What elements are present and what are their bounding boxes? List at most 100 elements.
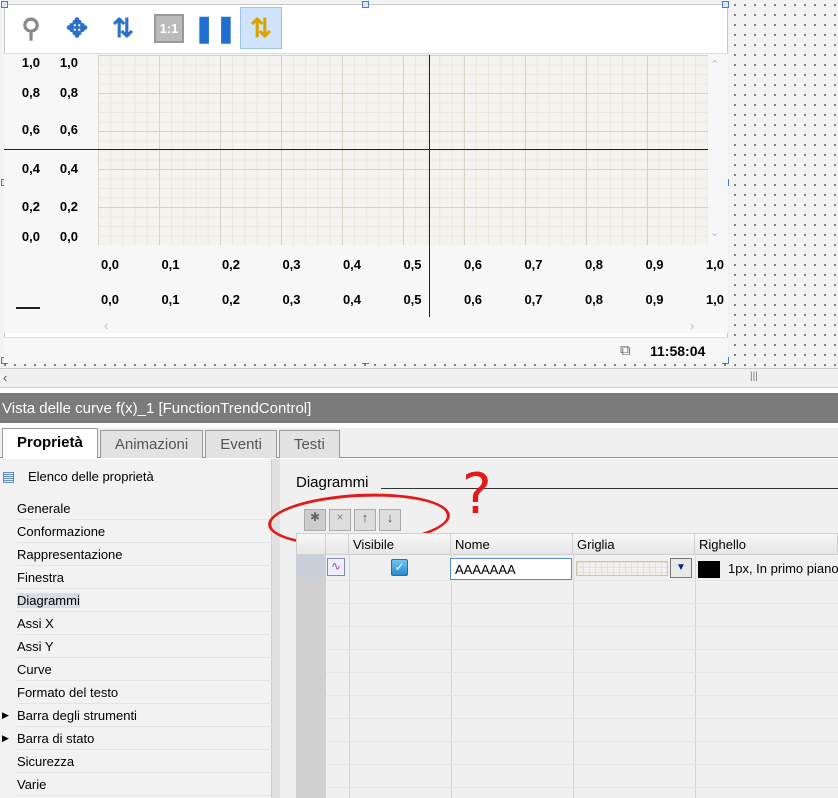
expand-icon[interactable]: ▶ — [2, 710, 9, 721]
ruler-horizontal — [4, 149, 708, 150]
horizontal-scrollbar[interactable]: ‹ ||| — [0, 368, 838, 388]
x-tick-label: 0,9 — [645, 257, 664, 272]
y-tick-label: 0,8 — [21, 85, 40, 100]
ruler-color-swatch[interactable] — [698, 561, 720, 578]
section-title: Diagrammi — [296, 474, 369, 491]
tab-eventi[interactable]: Eventi — [205, 430, 277, 458]
plot-grid[interactable] — [98, 55, 708, 245]
header-visibile[interactable]: Visibile — [348, 533, 451, 555]
x-tick-label: 0,2 — [221, 257, 241, 272]
property-item-label: Varie — [17, 777, 47, 792]
scroll-left-icon[interactable]: ‹ — [3, 370, 7, 385]
property-list-header[interactable]: Elenco delle proprietà — [28, 469, 154, 484]
property-item[interactable]: Sicurezza — [17, 750, 272, 773]
scroll-left-icon[interactable]: ‹ — [104, 318, 108, 333]
legend-line-icon — [16, 307, 40, 309]
y-tick-label: 0,8 — [59, 85, 78, 100]
property-item-label: Generale — [17, 501, 71, 516]
property-item-label: Barra di stato — [17, 731, 95, 746]
grid-line — [326, 741, 838, 742]
x-tick-label: 0,4 — [342, 257, 362, 272]
resize-handle[interactable] — [722, 1, 729, 8]
x-tick-label: 0,9 — [645, 292, 664, 307]
grid-line — [451, 555, 452, 798]
property-item-label: Finestra — [17, 570, 64, 585]
tab-proprieta[interactable]: Proprietà — [2, 428, 98, 458]
ruler-vertical[interactable] — [429, 55, 430, 317]
scroll-down-icon[interactable]: ⌄ — [710, 226, 719, 239]
property-item[interactable]: Rappresentazione — [17, 543, 272, 566]
x-tick-label: 0,2 — [221, 292, 241, 307]
property-item[interactable]: Generale — [17, 497, 272, 520]
ruler-value[interactable]: 1px, In primo piano — [728, 561, 838, 576]
x-tick-label: 1,0 — [705, 257, 725, 272]
property-item[interactable]: Finestra — [17, 566, 272, 589]
grid-line — [326, 672, 838, 673]
status-time: 11:58:04 — [650, 343, 706, 359]
diagram-icon: ∿ — [327, 558, 345, 576]
pause-icon[interactable]: ❚❚ — [193, 7, 237, 49]
original-size-icon[interactable]: 1:1 — [148, 7, 190, 49]
resize-handle[interactable] — [362, 1, 369, 8]
property-item-label: Formato del testo — [17, 685, 119, 700]
name-input[interactable]: AAAAAAA — [450, 558, 572, 580]
x-tick-label: 0,1 — [161, 257, 180, 272]
grid-line — [326, 718, 838, 719]
header-griglia[interactable]: Griglia — [572, 533, 695, 555]
resize-handle[interactable] — [1, 1, 8, 8]
tab-testi[interactable]: Testi — [278, 430, 340, 458]
property-item[interactable]: Curve — [17, 658, 272, 681]
x-tick-label: 0,8 — [584, 257, 604, 272]
status-bar: ⧉ 11:58:04 — [4, 337, 728, 363]
scroll-grip-icon[interactable]: ||| — [750, 371, 758, 382]
splitter[interactable] — [272, 459, 280, 798]
property-item[interactable]: Varie — [17, 773, 272, 796]
y-tick-label: 1,0 — [21, 55, 40, 70]
grid-line — [326, 787, 838, 788]
zoom-area-icon[interactable]: ⚲ — [10, 7, 52, 49]
x-tick-label: 0,8 — [584, 292, 604, 307]
property-item-label: Curve — [17, 662, 52, 677]
header-nome[interactable]: Nome — [450, 533, 573, 555]
zoom-y-axis-icon[interactable]: ⇅ — [102, 7, 144, 49]
annotation-question: ? — [462, 462, 492, 527]
ruler-icon[interactable]: ⇅ — [240, 7, 282, 49]
x-tick-label: 0,7 — [524, 292, 543, 307]
status-icon: ⧉ — [620, 342, 631, 359]
x-tick-label: 0,0 — [100, 257, 120, 272]
section-divider — [381, 488, 838, 489]
x-tick-label: 0,5 — [403, 292, 422, 307]
property-item[interactable]: Conformazione — [17, 520, 272, 543]
row-selector[interactable] — [296, 556, 326, 578]
x-tick-label: 0,4 — [342, 292, 362, 307]
move-icon[interactable]: ✥ — [56, 7, 98, 49]
property-item-label: Sicurezza — [17, 754, 75, 769]
y-tick-label: 0,4 — [59, 161, 78, 176]
property-item[interactable]: Assi Y — [17, 635, 272, 658]
property-list: ▤ Elenco delle proprietà Generale Conform… — [0, 459, 280, 798]
property-item-label: Rappresentazione — [17, 547, 123, 562]
grid-style-preview[interactable] — [576, 561, 668, 576]
property-item[interactable]: ▶ Barra degli strumenti — [2, 704, 272, 727]
grid-line — [573, 555, 574, 798]
visible-checkbox[interactable]: ✓ — [391, 559, 408, 576]
grid-dropdown-icon[interactable]: ▼ — [670, 558, 692, 578]
property-item[interactable]: ▶ Barra di stato — [2, 727, 272, 750]
x-tick-label: 1,0 — [705, 292, 725, 307]
tab-animazioni[interactable]: Animazioni — [99, 430, 204, 458]
property-item[interactable]: Formato del testo — [17, 681, 272, 704]
x-tick-label: 0,5 — [403, 257, 422, 272]
property-item[interactable]: Diagrammi — [17, 589, 272, 612]
y-tick-label: 1,0 — [59, 55, 78, 70]
scroll-right-icon[interactable]: › — [690, 318, 694, 333]
trend-toolbar: ⚲ ✥ ⇅ 1:1 ❚❚ ⇅ — [10, 4, 282, 52]
expand-icon[interactable]: ▶ — [2, 733, 9, 744]
header-righello[interactable]: Righello — [694, 533, 838, 555]
property-item-label: Assi X — [17, 616, 54, 631]
y-tick-label: 0,4 — [21, 161, 40, 176]
x-tick-label: 0,0 — [100, 292, 120, 307]
scroll-up-icon[interactable]: ⌃ — [710, 58, 719, 71]
property-item[interactable]: Assi X — [17, 612, 272, 635]
x-tick-label: 0,3 — [282, 292, 301, 307]
header-icon — [325, 533, 349, 555]
